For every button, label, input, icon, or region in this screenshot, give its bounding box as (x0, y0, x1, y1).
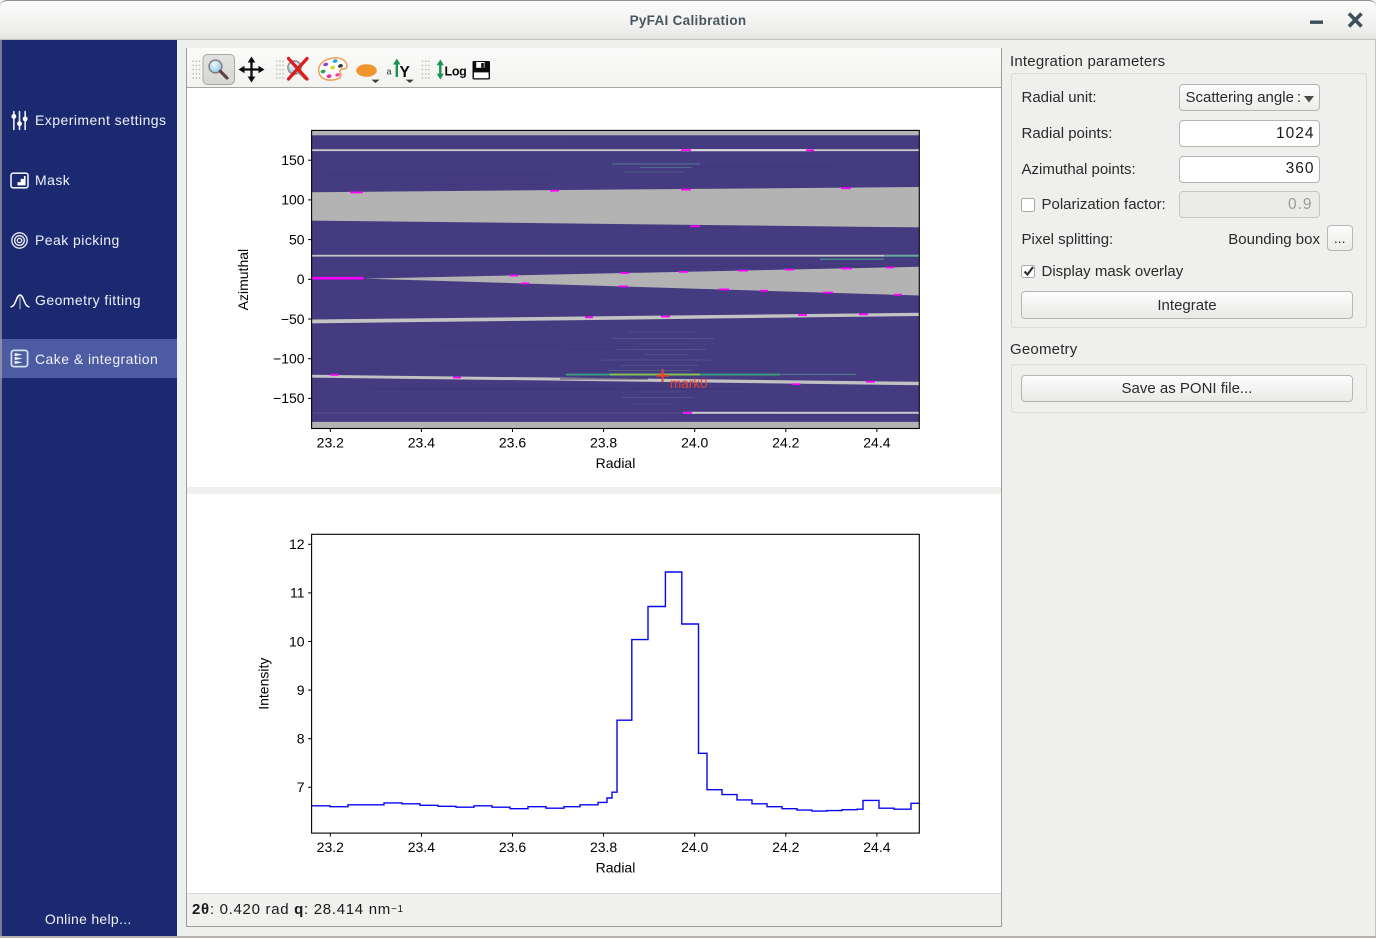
svg-text:−50: −50 (281, 311, 305, 327)
svg-text:Radial: Radial (596, 860, 636, 876)
svg-text:23.6: 23.6 (499, 839, 526, 855)
svg-text:Log: Log (445, 65, 467, 79)
svg-text:100: 100 (281, 192, 305, 208)
svg-text:23.4: 23.4 (408, 435, 435, 451)
svg-text:24.4: 24.4 (863, 435, 890, 451)
svg-text:9: 9 (297, 682, 305, 698)
svg-text:24.2: 24.2 (772, 435, 799, 451)
svg-text:24.2: 24.2 (772, 839, 799, 855)
svg-text:7: 7 (297, 779, 305, 795)
svg-text:8: 8 (297, 731, 305, 747)
svg-text:Azimuthal: Azimuthal (235, 249, 251, 310)
svg-text:150: 150 (281, 152, 305, 168)
svg-text:Radial: Radial (596, 455, 636, 471)
svg-text:10: 10 (289, 633, 305, 649)
svg-text:12: 12 (289, 536, 305, 552)
svg-text:a: a (387, 67, 392, 77)
svg-text:11: 11 (290, 585, 305, 601)
svg-text:23.2: 23.2 (317, 435, 344, 451)
svg-text:Y: Y (400, 64, 411, 81)
svg-text:23.6: 23.6 (499, 435, 526, 451)
svg-text:Intensity: Intensity (255, 658, 271, 710)
svg-text:23.2: 23.2 (317, 839, 344, 855)
svg-text:23.8: 23.8 (590, 435, 617, 451)
svg-text:−150: −150 (273, 390, 305, 406)
svg-text:24.0: 24.0 (681, 839, 708, 855)
svg-text:23.8: 23.8 (590, 839, 617, 855)
svg-text:50: 50 (289, 231, 305, 247)
svg-text:mark0: mark0 (670, 376, 708, 391)
svg-text:24.0: 24.0 (681, 435, 708, 451)
svg-text:0: 0 (297, 271, 305, 287)
svg-text:−100: −100 (273, 351, 305, 367)
svg-text:23.4: 23.4 (408, 839, 435, 855)
svg-text:24.4: 24.4 (863, 839, 890, 855)
